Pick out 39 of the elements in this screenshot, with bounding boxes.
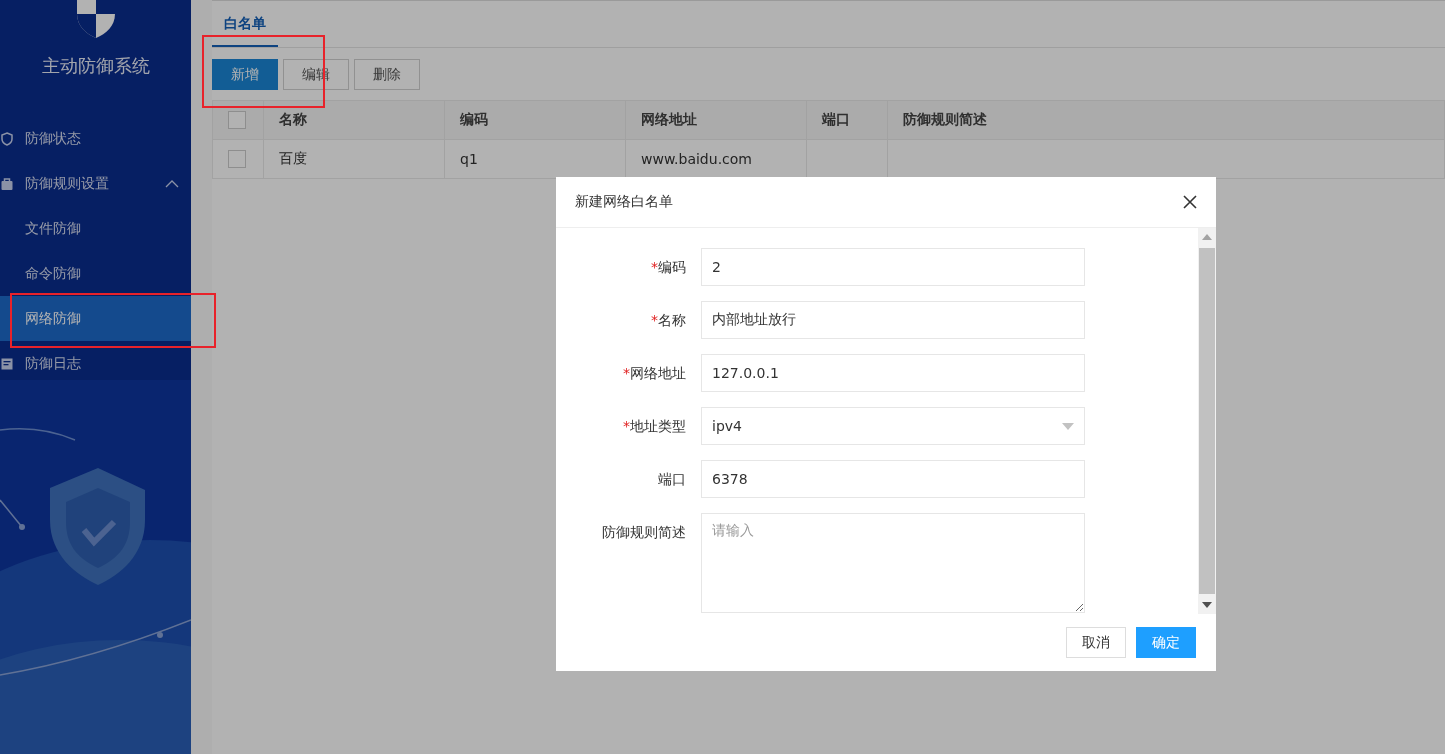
column-header: 名称: [263, 100, 445, 140]
input-field[interactable]: 127.0.0.1: [701, 354, 1085, 392]
app-title: 主动防御系统: [41, 54, 150, 78]
column-header: 端口: [806, 100, 888, 140]
scroll-up-icon[interactable]: [1202, 234, 1212, 240]
checkbox[interactable]: [228, 111, 246, 129]
table-cell: 百度: [263, 139, 445, 179]
input-field[interactable]: 内部地址放行: [701, 301, 1085, 339]
menu-item[interactable]: 防御状态: [0, 116, 191, 161]
bag-icon: [0, 176, 14, 191]
menu-item[interactable]: 防御规则设置: [0, 161, 191, 206]
column-header: 编码: [444, 100, 626, 140]
dialog-title: 新建网络白名单: [575, 193, 673, 211]
dropdown-arrow-icon: [1062, 422, 1074, 430]
field-label: 防御规则简述: [601, 523, 687, 542]
action-button[interactable]: 删除: [354, 59, 420, 90]
field-label: 端口: [657, 470, 687, 489]
cancel-button[interactable]: 取消: [1066, 627, 1126, 658]
column-header: 防御规则简述: [887, 100, 1445, 140]
input-field[interactable]: 2: [701, 248, 1085, 286]
field-label: *网络地址: [622, 364, 687, 383]
submenu-item[interactable]: 网络防御: [0, 296, 191, 341]
tab[interactable]: 白名单: [212, 15, 278, 47]
column-header: 网络地址: [625, 100, 807, 140]
add-button[interactable]: 新增: [212, 59, 278, 90]
checkbox[interactable]: [228, 150, 246, 168]
select-field[interactable]: ipv4: [701, 407, 1085, 445]
input-field[interactable]: 6378: [701, 460, 1085, 498]
caret-icon: [165, 179, 179, 188]
field-label: *地址类型: [622, 417, 687, 436]
shield-icon: [0, 131, 14, 146]
submenu-item[interactable]: 命令防御: [0, 251, 191, 296]
text-area[interactable]: 请输入: [701, 513, 1085, 613]
scrollbar[interactable]: [1198, 228, 1216, 614]
field-label: *编码: [650, 258, 687, 277]
close-icon[interactable]: [1183, 195, 1197, 209]
submenu-item[interactable]: 文件防御: [0, 206, 191, 251]
scroll-down-icon[interactable]: [1202, 602, 1212, 608]
field-label: *名称: [650, 311, 687, 330]
